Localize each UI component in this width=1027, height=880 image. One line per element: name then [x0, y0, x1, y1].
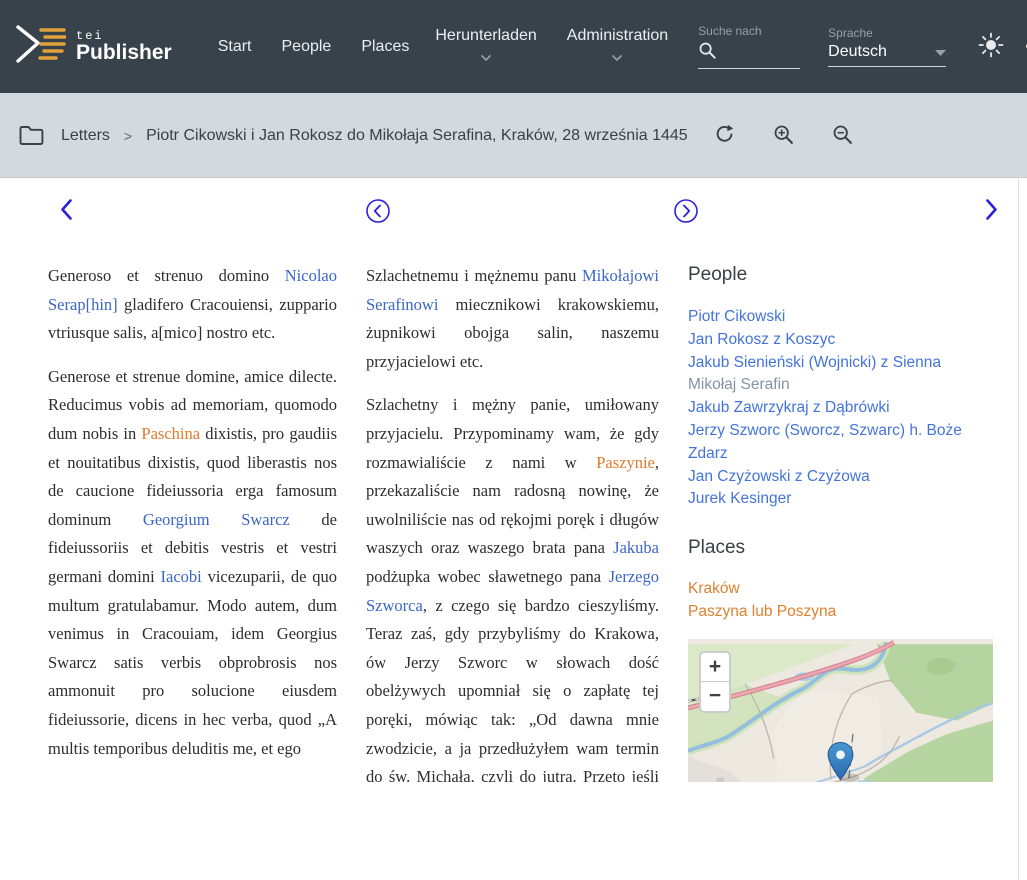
tei-publisher-logo[interactable]: tei Publisher: [14, 22, 172, 71]
register-sidebar: People Piotr Cikowski Jan Rokosz z Koszy…: [688, 262, 993, 782]
places-heading: Places: [688, 537, 993, 559]
scrollbar[interactable]: [1018, 178, 1027, 880]
search-field: Suche nach: [698, 24, 800, 69]
person-link[interactable]: Jakub Sienieński (Wojnicki) z Sienna: [688, 354, 941, 371]
person-link[interactable]: Iacobi: [161, 567, 202, 586]
search-icon: [698, 41, 717, 65]
person-link[interactable]: Georgium Swarcz: [143, 510, 290, 529]
reload-button[interactable]: [710, 120, 739, 152]
translation-column: Szlachetnemu i mężnemu panu Mikołajowi S…: [366, 262, 659, 782]
document-title: Piotr Cikowski i Jan Rokosz do Mikołaja …: [146, 127, 688, 145]
nav-places[interactable]: Places: [361, 38, 409, 56]
person-link[interactable]: Jakuba: [613, 538, 659, 557]
next-page-button[interactable]: [982, 196, 1001, 223]
administration-menu[interactable]: Administration: [567, 27, 668, 67]
app-header: tei Publisher Start People Places Herunt…: [0, 0, 1027, 93]
list-item: Piotr Cikowski: [688, 306, 993, 329]
person-link[interactable]: Jurek Kesinger: [688, 490, 791, 507]
previous-translation-page-button[interactable]: [363, 196, 393, 226]
language-select[interactable]: Deutsch: [828, 43, 946, 67]
sun-icon: [978, 32, 1004, 61]
places-map[interactable]: + −: [688, 639, 993, 782]
language-label: Sprache: [828, 26, 946, 40]
downloads-menu-label: Herunterladen: [435, 27, 536, 45]
text-run: vicezuparii, de quo multum gratulabamur.…: [48, 567, 337, 758]
list-item: Jan Rokosz z Koszyc: [688, 329, 993, 352]
map-zoom-out-button[interactable]: −: [701, 682, 729, 711]
places-list: Kraków Paszyna lub Poszyna: [688, 578, 993, 624]
map-zoom-control: + −: [699, 651, 731, 713]
chevron-down-icon: [480, 49, 492, 67]
breadcrumb-bar: Letters > Piotr Cikowski i Jan Rokosz do…: [0, 93, 1027, 178]
transcription-column: Generoso et strenuo domino Nicolao Serap…: [48, 262, 337, 782]
list-item: Jurek Kesinger: [688, 488, 993, 511]
search-label: Suche nach: [698, 24, 800, 38]
translation-paragraph: Szlachetnemu i mężnemu panu Mikołajowi S…: [366, 262, 659, 376]
zoom-in-button[interactable]: [769, 120, 798, 152]
person-link[interactable]: Jerzy Szworc (Sworcz, Szwarc) h. Boże Zd…: [688, 422, 962, 462]
nav-people[interactable]: People: [282, 38, 332, 56]
person-link[interactable]: Mikołaj Serafin: [688, 376, 790, 393]
logo-tei: tei: [76, 30, 172, 42]
map-tiles: Niepołomice Niepolomitz: [688, 639, 993, 782]
list-item: Jakub Zawrzykraj z Dąbrówki: [688, 397, 993, 420]
downloads-menu[interactable]: Herunterladen: [435, 27, 536, 67]
list-item: Jan Czyżowski z Czyżowa: [688, 466, 993, 489]
main-nav: Start People Places: [218, 38, 410, 56]
language-field: Sprache Deutsch: [828, 26, 946, 67]
person-link[interactable]: Jan Czyżowski z Czyżowa: [688, 468, 870, 485]
list-item: Paszyna lub Poszyna: [688, 601, 993, 624]
place-link[interactable]: Paszynie: [596, 453, 655, 472]
refresh-icon: [714, 124, 735, 148]
place-link[interactable]: Paschina: [141, 424, 200, 443]
transcription-paragraph: Generoso et strenuo domino Nicolao Serap…: [48, 262, 337, 348]
administration-menu-label: Administration: [567, 27, 668, 45]
zoom-in-icon: [773, 124, 794, 148]
breadcrumb-collection-link[interactable]: Letters: [61, 127, 110, 145]
people-heading: People: [688, 264, 993, 286]
next-translation-page-button[interactable]: [671, 196, 701, 226]
text-run: Generoso et strenuo domino: [48, 266, 285, 285]
breadcrumb-separator: >: [124, 128, 132, 144]
place-link[interactable]: Paszyna lub Poszyna: [688, 603, 836, 620]
folder-icon: [18, 124, 45, 147]
text-run: , z czego się bardzo cieszyliśmy. Teraz …: [366, 596, 659, 782]
search-input[interactable]: [723, 48, 797, 65]
list-item: Kraków: [688, 578, 993, 601]
document-view: Generoso et strenuo domino Nicolao Serap…: [0, 178, 1027, 780]
zoom-out-button[interactable]: [828, 120, 857, 152]
dropdown-arrow-icon: [935, 43, 946, 61]
previous-page-button[interactable]: [57, 196, 76, 223]
person-link[interactable]: Piotr Cikowski: [688, 308, 785, 325]
text-run: Szlachetnemu i mężnemu panu: [366, 266, 582, 285]
logo-icon: [14, 22, 66, 71]
logo-publisher: Publisher: [76, 42, 172, 64]
list-item: Mikołaj Serafin: [688, 374, 993, 397]
place-link[interactable]: Kraków: [688, 580, 740, 597]
theme-toggle-button[interactable]: [974, 28, 1008, 65]
map-zoom-in-button[interactable]: +: [701, 653, 729, 682]
language-value: Deutsch: [828, 43, 887, 61]
chevron-down-icon: [611, 49, 623, 67]
transcription-paragraph: Generose et strenue domine, amice dilect…: [48, 363, 337, 763]
person-link[interactable]: Jakub Zawrzykraj z Dąbrówki: [688, 399, 890, 416]
person-link[interactable]: Jan Rokosz z Koszyc: [688, 331, 835, 348]
text-run: podżupka wobec sławetnego pana: [366, 567, 609, 586]
zoom-out-icon: [832, 124, 853, 148]
people-list: Piotr Cikowski Jan Rokosz z Koszyc Jakub…: [688, 306, 993, 511]
list-item: Jerzy Szworc (Sworcz, Szwarc) h. Boże Zd…: [688, 420, 993, 466]
list-item: Jakub Sienieński (Wojnicki) z Sienna: [688, 352, 993, 375]
translation-paragraph: Szlachetny i mężny panie, umiłowany przy…: [366, 391, 659, 782]
nav-start[interactable]: Start: [218, 38, 252, 56]
